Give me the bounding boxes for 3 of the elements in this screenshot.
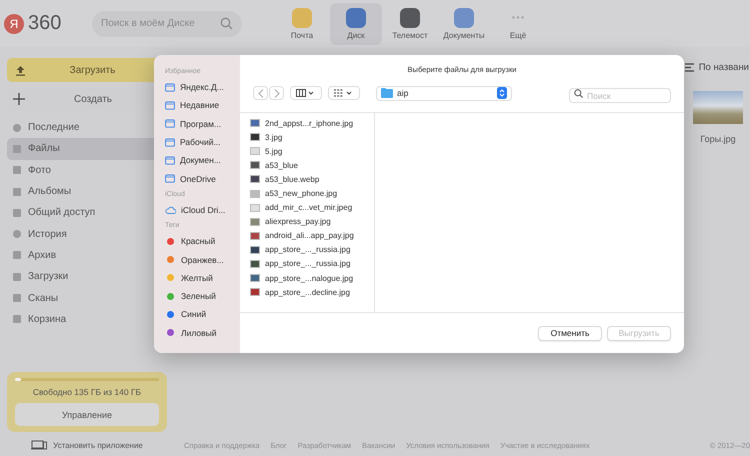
logo-mark: Я	[4, 14, 24, 34]
logo-text: 360	[28, 12, 62, 35]
storage-text: Свободно 135 ГБ из 140 ГБ	[32, 387, 142, 397]
